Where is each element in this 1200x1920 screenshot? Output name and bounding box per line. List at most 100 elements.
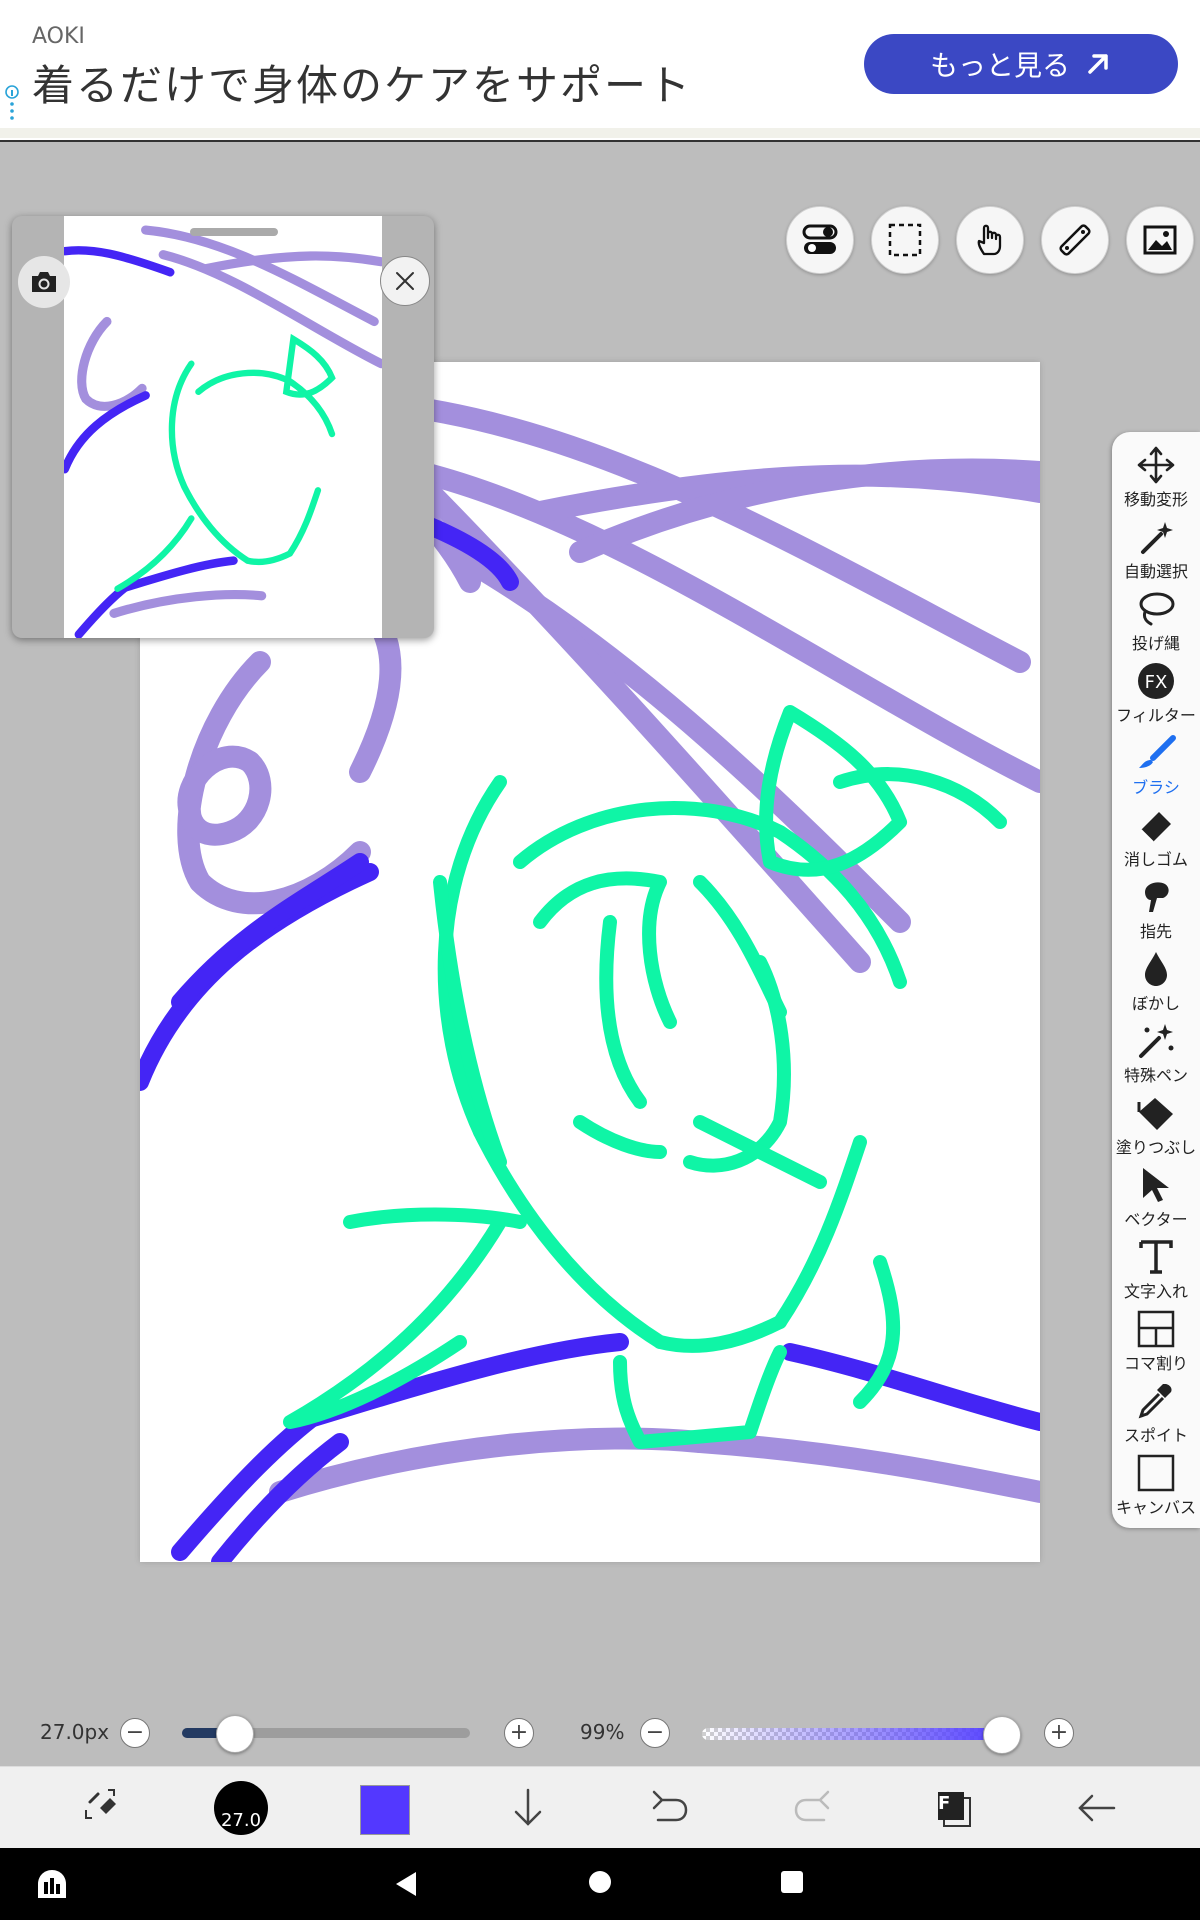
hand-button[interactable] xyxy=(956,206,1024,274)
tool-eraser[interactable]: 消しゴム xyxy=(1112,800,1200,872)
brush-size-increase-button[interactable]: + xyxy=(504,1718,534,1748)
tool-lasso[interactable]: 投げ縄 xyxy=(1112,584,1200,656)
arrow-down-icon xyxy=(514,1788,542,1826)
tool-finger[interactable]: 指先 xyxy=(1112,872,1200,944)
color-swatch[interactable] xyxy=(360,1785,410,1835)
selection-icon xyxy=(888,223,922,257)
tool-label: 文字入れ xyxy=(1123,1282,1188,1301)
swap-brush-eraser-button[interactable] xyxy=(68,1777,132,1839)
tool-label: 自動選択 xyxy=(1123,562,1188,581)
nav-home-icon[interactable] xyxy=(588,1870,612,1894)
image-button[interactable] xyxy=(1126,206,1194,274)
magic-wand-icon xyxy=(1141,522,1173,554)
tool-label: 移動変形 xyxy=(1123,490,1188,509)
redo-button[interactable] xyxy=(780,1777,844,1839)
app-launcher-icon[interactable] xyxy=(34,1866,70,1902)
tool-label: コマ割り xyxy=(1123,1354,1188,1373)
arrow-left-icon xyxy=(1078,1794,1116,1822)
ad-info-icon[interactable] xyxy=(4,84,20,124)
ad-headline: 着るだけで身体のケアをサポート xyxy=(32,61,693,110)
navigator-thumbnail xyxy=(64,225,382,638)
tool-label: ベクター xyxy=(1124,1210,1188,1229)
side-toolbar: 移動変形 自動選択 投げ縄 FX フィルター ブラシ 消しゴム 指先 ぼかし 特… xyxy=(1112,432,1200,1528)
tool-eyedropper[interactable]: スポイト xyxy=(1112,1376,1200,1448)
navigator-drag-handle[interactable] xyxy=(190,228,278,236)
opacity-slider-knob[interactable] xyxy=(982,1716,1021,1754)
tool-blur[interactable]: ぼかし xyxy=(1112,944,1200,1016)
tool-label: 特殊ペン xyxy=(1123,1066,1188,1085)
brush-sliders: 27.0px − + 99% − + xyxy=(0,1700,1200,1764)
hand-icon xyxy=(977,224,1002,256)
toggle-button[interactable] xyxy=(786,206,854,274)
brush-size-preview[interactable]: 27.0 xyxy=(214,1781,268,1835)
download-button[interactable] xyxy=(496,1777,560,1839)
vector-icon xyxy=(1143,1168,1169,1202)
brush-icon xyxy=(1139,735,1176,768)
tool-filter[interactable]: FX フィルター xyxy=(1112,656,1200,728)
eraser-icon xyxy=(1140,812,1171,843)
ruler-button[interactable] xyxy=(1041,206,1109,274)
canvas-icon xyxy=(1137,1454,1175,1492)
brush-size-slider[interactable] xyxy=(182,1715,470,1753)
tool-canvas[interactable]: キャンバス xyxy=(1112,1448,1200,1520)
redo-icon xyxy=(794,1790,830,1822)
nav-back-icon[interactable] xyxy=(392,1870,420,1898)
undo-button[interactable] xyxy=(638,1777,702,1839)
layers-button[interactable]: F xyxy=(922,1777,986,1839)
opacity-slider[interactable] xyxy=(702,1716,1021,1754)
opacity-decrease-button[interactable]: − xyxy=(640,1718,670,1748)
navigator-preview[interactable] xyxy=(64,216,382,638)
ad-banner[interactable]: AOKI 着るだけで身体のケアをサポート もっと見る xyxy=(0,0,1200,142)
tool-label: フィルター xyxy=(1116,706,1196,725)
navigator-camera-button[interactable] xyxy=(18,256,70,308)
tool-label: スポイト xyxy=(1123,1426,1188,1445)
navigator-panel[interactable] xyxy=(12,216,434,638)
system-nav-bar xyxy=(0,1848,1200,1920)
back-button[interactable] xyxy=(1064,1777,1128,1839)
text-icon xyxy=(1139,1240,1173,1274)
tool-move[interactable]: 移動変形 xyxy=(1112,440,1200,512)
move-icon xyxy=(1137,446,1175,484)
tool-label: キャンバス xyxy=(1115,1498,1196,1517)
fill-icon xyxy=(1137,1098,1173,1130)
tool-label: 指先 xyxy=(1139,922,1172,941)
tool-text[interactable]: 文字入れ xyxy=(1112,1232,1200,1304)
opacity-increase-button[interactable]: + xyxy=(1044,1718,1074,1748)
frame-divider-icon xyxy=(1137,1310,1175,1348)
tool-brush[interactable]: ブラシ xyxy=(1112,728,1200,800)
tool-auto-select[interactable]: 自動選択 xyxy=(1112,512,1200,584)
nav-recents-icon[interactable] xyxy=(780,1870,804,1894)
toggle-icon xyxy=(802,224,838,254)
layer-label: F xyxy=(938,1793,951,1814)
tool-label: 投げ縄 xyxy=(1131,634,1180,653)
tool-special-pen[interactable]: 特殊ペン xyxy=(1112,1016,1200,1088)
top-toolbar xyxy=(786,206,1194,274)
lasso-icon xyxy=(1139,592,1175,626)
bottom-toolbar: 27.0 F xyxy=(0,1766,1200,1849)
ad-cta-label: もっと見る xyxy=(929,49,1070,82)
navigator-close-button[interactable] xyxy=(380,256,430,306)
arrow-up-right-icon xyxy=(1088,54,1108,74)
tool-label: ぼかし xyxy=(1131,994,1180,1013)
brush-size-decrease-button[interactable]: − xyxy=(120,1718,150,1748)
tool-frame-divider[interactable]: コマ割り xyxy=(1112,1304,1200,1376)
brush-size-preview-label: 27.0 xyxy=(220,1810,262,1831)
finger-icon xyxy=(1145,882,1169,912)
fx-icon: FX xyxy=(1138,663,1174,699)
tool-label: 消しゴム xyxy=(1123,850,1188,869)
image-icon xyxy=(1143,225,1177,255)
tool-vector[interactable]: ベクター xyxy=(1112,1160,1200,1232)
special-pen-icon xyxy=(1139,1024,1174,1058)
close-icon xyxy=(396,272,414,290)
ad-cta-button[interactable]: もっと見る xyxy=(864,34,1178,94)
swap-tools-icon xyxy=(85,1789,116,1819)
selection-button[interactable] xyxy=(871,206,939,274)
svg-text:FX: FX xyxy=(1145,672,1168,693)
tool-fill[interactable]: 塗りつぶし xyxy=(1112,1088,1200,1160)
ad-divider xyxy=(0,128,1200,138)
tool-label: 塗りつぶし xyxy=(1115,1138,1197,1157)
tool-label: ブラシ xyxy=(1132,778,1180,797)
brush-size-slider-knob[interactable] xyxy=(215,1715,254,1753)
brush-size-value: 27.0px xyxy=(40,1720,110,1744)
ruler-icon xyxy=(1059,224,1091,256)
